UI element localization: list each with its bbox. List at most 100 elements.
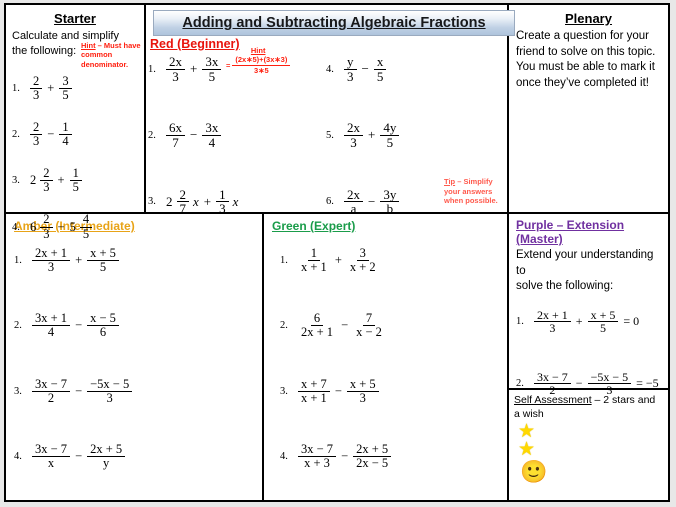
- question-number: 1.: [516, 316, 524, 328]
- right-numerator: 4: [79, 213, 93, 228]
- left-numerator: 2x + 1: [534, 308, 571, 323]
- question-number: 4.: [280, 450, 288, 462]
- question-expression: y 3− x 5: [344, 55, 387, 83]
- question-number: 6.: [326, 196, 334, 208]
- self-assessment-heading: Self Assessment – 2 stars and a wish: [514, 393, 663, 421]
- operator: +: [190, 61, 198, 77]
- operator: +: [334, 253, 342, 268]
- question-number: 3.: [148, 196, 156, 208]
- left-numerator: 2: [176, 187, 189, 203]
- right-numerator: 4y: [380, 121, 400, 136]
- left-numerator: 2: [40, 167, 53, 182]
- starter-panel: Starter Calculate and simplify the follo…: [6, 5, 146, 240]
- question-item: 5. 2x 3 +4y 5: [326, 121, 496, 149]
- left-fraction: 3x − 7x + 3: [298, 442, 337, 470]
- question-expression: 3x − 7x + 3−2x + 5 2x − 5: [298, 442, 392, 470]
- right-numerator: 2x + 5: [87, 442, 126, 457]
- question-item: 4. y 3− x 5: [326, 55, 496, 83]
- right-numerator: x + 5: [346, 377, 379, 392]
- red-column-left: 1. 2x 3 +3x 5 2. 6x 7−3x 4 3. 2 2 7 x +1 3 x: [148, 55, 338, 254]
- right-fraction: x + 53: [346, 377, 379, 405]
- right-suffix: x: [232, 193, 239, 209]
- left-suffix: x: [193, 193, 199, 209]
- left-fraction: 23: [40, 213, 53, 241]
- question-expression: 3x − 7 2− −5x − 53: [32, 377, 133, 405]
- right-whole-number: 5: [69, 219, 76, 234]
- question-expression: 3x − 7 x −2x + 5y: [32, 442, 126, 470]
- left-fraction: 3x + 14: [32, 312, 71, 339]
- left-fraction: 2x + 13: [32, 246, 71, 274]
- left-denominator: 2: [47, 390, 55, 405]
- red-panel: Red (Beginner) 1. 2x 3 +3x 5 2. 6x 7−3x 4 3. 2 2 7 x +…: [146, 5, 509, 215]
- right-fraction: −5x − 53: [87, 377, 133, 405]
- question-number: 2.: [516, 378, 524, 390]
- question-expression: 2 2 7 x +1 3 x: [166, 187, 239, 217]
- question-expression: 2 3−1 4: [30, 120, 72, 149]
- question-number: 1.: [12, 82, 20, 94]
- right-numerator: x − 5: [87, 312, 119, 327]
- right-fraction: 7x − 2: [353, 312, 385, 339]
- right-denominator: 4: [62, 134, 69, 149]
- operator: −: [368, 193, 376, 209]
- right-denominator: x − 2: [356, 325, 382, 340]
- operator: +: [203, 193, 212, 209]
- left-denominator: x + 1: [301, 390, 327, 405]
- starter-hint: Hint – Must have common denominator.: [81, 41, 143, 69]
- right-numerator: 1: [69, 167, 82, 182]
- left-numerator: 2x + 1: [32, 246, 71, 262]
- right-numerator: 1: [59, 120, 72, 136]
- purple-extension-panel: Purple – Extension (Master) Extend your …: [509, 214, 668, 396]
- plenary-panel: Plenary Create a question for your frien…: [509, 5, 668, 212]
- left-whole-number: 2: [30, 173, 37, 188]
- right-denominator: 5: [386, 134, 394, 150]
- red-hint-label: Hint: [250, 46, 266, 55]
- question-number: 4.: [14, 450, 22, 462]
- right-denominator: b: [386, 201, 394, 217]
- plenary-heading: Plenary: [565, 11, 612, 26]
- right-numerator: 1: [216, 187, 229, 203]
- left-fraction: 2x 3: [344, 121, 363, 149]
- question-item: 3. 2 2 7 x +1 3 x: [148, 187, 338, 217]
- question-item: 4. 6 2 3−5 4 5: [12, 213, 138, 240]
- left-denominator: 3: [43, 226, 50, 241]
- question-expression: 3x + 1 4− x − 56: [32, 312, 119, 339]
- worksheet-page: Adding and Subtracting Algebraic Fractio…: [4, 3, 670, 502]
- red-hint-numerator: (2x∗5)+(3x∗3): [232, 55, 291, 66]
- right-denominator: 3: [106, 390, 113, 405]
- question-item: 1. 2x + 1 3 + x + 5 5 = 0: [516, 308, 661, 335]
- question-number: 3.: [280, 385, 288, 397]
- operator: −: [190, 127, 198, 143]
- operator: −: [341, 448, 349, 463]
- starter-question-list: 1. 2 3 +3 5 2. 2 3−1 4 3. 2 2 3 +1 5 4. 6 2 3−5 4 5: [12, 74, 138, 241]
- right-fraction: 45: [79, 213, 93, 241]
- question-expression: 2x a −3y b: [344, 187, 400, 217]
- right-fraction: x + 55: [87, 246, 119, 274]
- operator: +: [57, 173, 65, 188]
- star-icon: ★: [518, 421, 536, 443]
- left-fraction: 2x 3: [166, 55, 185, 83]
- left-denominator: 7: [172, 134, 179, 150]
- left-denominator: x: [47, 455, 55, 470]
- question-number: 2.: [280, 320, 288, 332]
- green-question-list: 1. 1 x + 1 +3 x + 2 2. 6 2x + 1−7 x − 2 3. x + 7x …: [280, 246, 499, 470]
- question-expression: 6x 7−3x 4: [166, 121, 222, 150]
- purple-text-line2: solve the following:: [516, 280, 614, 293]
- red-hint-fraction: (2x∗5)+(3x∗3) 3∗5: [232, 55, 291, 75]
- red-question-list-left: 1. 2x 3 +3x 5 2. 6x 7−3x 4 3. 2 2 7 x +1 3 x: [148, 55, 338, 216]
- right-denominator: 3: [219, 201, 226, 217]
- wish-emoji-icon: 🙂: [520, 459, 548, 485]
- question-item: 2. 3x + 1 4− x − 56: [14, 312, 254, 339]
- question-expression: 2x + 1 3 + x + 55: [32, 246, 119, 274]
- right-numerator: 3y: [380, 187, 400, 203]
- question-number: 1.: [14, 255, 22, 267]
- left-denominator: 3: [43, 180, 50, 195]
- right-denominator: 5: [62, 87, 69, 102]
- right-denominator: 5: [82, 226, 90, 241]
- red-tip: Tip – Simplify your answers when possibl…: [444, 177, 502, 206]
- left-numerator: 3x − 7: [32, 377, 71, 392]
- operator: −: [47, 127, 55, 142]
- left-denominator: 3: [33, 87, 40, 102]
- right-fraction: x − 56: [87, 312, 119, 339]
- question-expression: 2x 3 +3x 5: [166, 55, 222, 83]
- question-number: 5.: [326, 129, 334, 141]
